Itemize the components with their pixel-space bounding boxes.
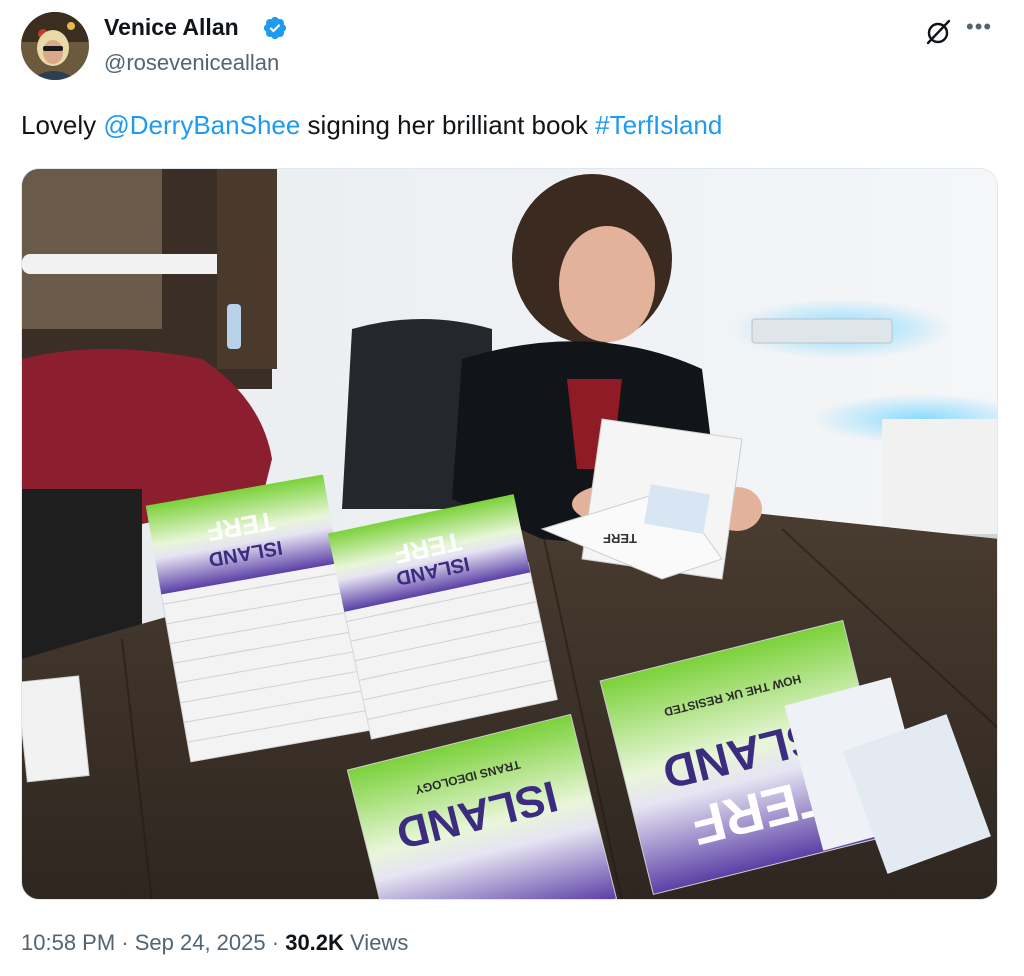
meta-separator: ·: [115, 930, 135, 955]
avatar-image: [21, 12, 89, 80]
photo-image: TERF TERF ISLAND TERF ISLAND ISLAND TRAN…: [22, 169, 997, 899]
mention-link[interactable]: @DerryBanShee: [103, 110, 300, 140]
hashtag-link[interactable]: #TerfIsland: [595, 110, 722, 140]
tweet-meta: 10:58 PM · Sep 24, 2025 · 30.2K Views: [21, 930, 408, 956]
tweet-text: Lovely @DerryBanShee signing her brillia…: [21, 110, 722, 141]
svg-text:TERF: TERF: [603, 531, 637, 546]
author-handle[interactable]: @roseveniceallan: [104, 50, 279, 76]
tweet-text-prefix: Lovely: [21, 110, 104, 140]
verified-badge-icon: [263, 16, 287, 40]
tweet-text-middle: signing her brilliant book: [300, 110, 596, 140]
views-count: 30.2K: [285, 930, 344, 955]
grok-icon[interactable]: [924, 18, 952, 46]
tweet-time[interactable]: 10:58 PM: [21, 930, 115, 955]
views-label: Views: [343, 930, 409, 955]
meta-separator: ·: [265, 930, 286, 955]
author-name[interactable]: Venice Allan: [104, 14, 239, 41]
more-icon[interactable]: •••: [966, 14, 992, 40]
tweet-date[interactable]: Sep 24, 2025: [135, 930, 266, 955]
avatar[interactable]: [21, 12, 89, 80]
tweet-photo[interactable]: TERF TERF ISLAND TERF ISLAND ISLAND TRAN…: [21, 168, 998, 900]
